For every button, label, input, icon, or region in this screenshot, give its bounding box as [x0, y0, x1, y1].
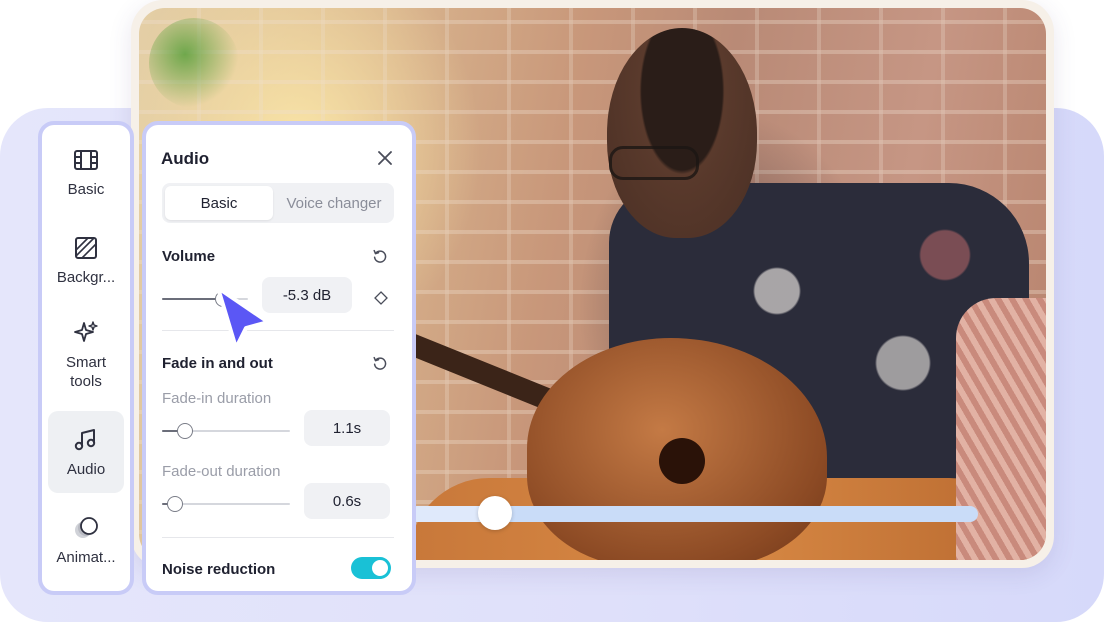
sidebar-item-smart-tools[interactable]: Smart tools — [48, 307, 124, 403]
music-note-icon — [74, 428, 96, 450]
keyframe-diamond-icon[interactable] — [374, 291, 388, 305]
tab-voice-changer[interactable]: Voice changer — [276, 186, 392, 220]
progress-thumb[interactable] — [478, 496, 513, 530]
reset-icon[interactable] — [372, 355, 388, 371]
fade-out-slider-knob[interactable] — [166, 496, 183, 512]
sidebar-item-background[interactable]: Backgr... — [48, 219, 124, 301]
animation-icon — [75, 516, 98, 538]
noise-reduction-title: Noise reduction — [162, 561, 276, 578]
close-icon[interactable] — [374, 147, 396, 169]
divider — [162, 537, 394, 538]
audio-tabs: Basic Voice changer — [162, 183, 394, 223]
sidebar-item-basic[interactable]: Basic — [48, 131, 124, 213]
fade-in-slider[interactable] — [162, 421, 290, 441]
sidebar-item-label: Animat... — [56, 548, 116, 566]
film-icon — [74, 149, 98, 170]
fade-title: Fade in and out — [162, 355, 273, 372]
fade-in-label: Fade-in duration — [162, 390, 272, 407]
sidebar-item-label: Smart tools — [65, 354, 106, 390]
panel-title: Audio — [161, 149, 210, 168]
toggle-knob — [372, 560, 388, 576]
tool-sidebar: Basic Backgr... Smart tools Audio Animat… — [38, 121, 134, 595]
fade-in-slider-knob[interactable] — [177, 423, 194, 439]
fade-out-value-field[interactable]: 0.6s — [304, 483, 390, 519]
fade-out-label: Fade-out duration — [162, 463, 281, 480]
sparkle-icon — [74, 321, 98, 342]
audio-panel: Audio Basic Voice changer Volume -5.3 dB… — [142, 121, 416, 595]
background-icon — [75, 236, 97, 259]
sidebar-item-audio[interactable]: Audio — [48, 411, 124, 493]
noise-reduction-toggle[interactable] — [351, 557, 391, 579]
sidebar-item-label: Audio — [66, 460, 106, 478]
sidebar-item-label: Backgr... — [56, 268, 116, 286]
tab-basic[interactable]: Basic — [165, 186, 273, 220]
pointer-cursor-icon — [216, 286, 270, 350]
reset-icon[interactable] — [372, 248, 388, 264]
volume-value-field[interactable]: -5.3 dB — [262, 277, 352, 313]
fade-in-value-field[interactable]: 1.1s — [304, 410, 390, 446]
sidebar-item-animation[interactable]: Animat... — [48, 499, 124, 581]
divider — [162, 330, 394, 331]
volume-title: Volume — [162, 248, 216, 265]
sidebar-item-label: Basic — [67, 180, 105, 198]
fade-out-slider[interactable] — [162, 494, 290, 514]
playback-progress-bar[interactable] — [410, 496, 978, 530]
